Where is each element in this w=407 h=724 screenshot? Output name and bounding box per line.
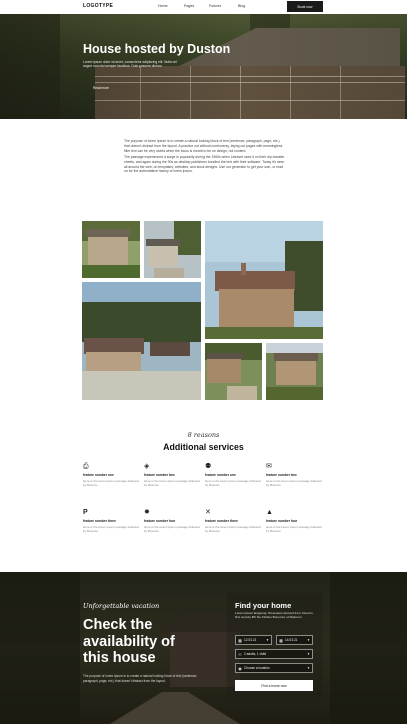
chevron-down-icon: ▾ (307, 666, 310, 670)
booking-section: Unforgettable vacation Check the availab… (0, 572, 407, 724)
find-home-button[interactable]: Find a home now (235, 680, 313, 691)
glass-icon: ◈ (144, 463, 150, 470)
parking-icon: P (83, 509, 88, 516)
chevron-down-icon: ▾ (266, 638, 269, 642)
calendar-icon: ▦ (238, 637, 242, 643)
feature-item: ⚉ feature number one Here is the lorem i… (205, 463, 261, 487)
nav-link-pages[interactable]: Pages (184, 4, 194, 8)
bell-icon: ▲ (266, 509, 273, 516)
read-more-link[interactable]: Read more (93, 86, 109, 90)
calendar-icon: ▦ (279, 637, 283, 643)
location-select[interactable]: ◉ Choose a location ▾ (235, 663, 313, 673)
find-home-form: Find your home Lorem ipsum langsung. Sit… (227, 593, 323, 697)
printer-icon: ⎙ (83, 463, 89, 470)
gallery-photo-6[interactable] (266, 343, 323, 400)
chat-icon: ✉ (266, 463, 272, 470)
logo[interactable]: LOGOTYPE (83, 3, 113, 9)
top-navbar: LOGOTYPE Home Pages Futures Blog Book no… (0, 0, 407, 14)
hero-title: House hosted by Duston (83, 42, 231, 56)
book-now-button[interactable]: Book now (287, 1, 323, 12)
location-pin-icon: ◉ (238, 665, 242, 671)
form-title: Find your home (235, 601, 292, 610)
gallery-photo-4[interactable] (82, 282, 201, 400)
booking-title: Check the availability of this house (83, 617, 175, 666)
gallery-photo-3[interactable] (205, 221, 323, 339)
checkin-date-field[interactable]: ▦ 12.03.21 ▾ (235, 635, 272, 645)
gallery-photo-5[interactable] (205, 343, 262, 400)
booking-description: The purpose of lorem ipsum is to create … (83, 674, 198, 683)
hero-subtitle: Lorem ipsum dolor sit amet, consectetur … (83, 60, 177, 69)
feature-item: ✕ feature number three Here is the lorem… (205, 509, 261, 533)
feature-item: P feature number three Here is the lorem… (83, 509, 139, 533)
guests-select[interactable]: ⚇ 2 adults, 1 child ▾ (235, 649, 313, 659)
intro-text: The purpose of lorem ipsum is to create … (124, 139, 286, 174)
feature-item: ✉ feature number two Here is the lorem i… (266, 463, 322, 487)
people-icon: ⚇ (238, 651, 242, 657)
services-script-heading: 8 reasons (187, 431, 220, 439)
hero-section: House hosted by Duston Lorem ipsum dolor… (0, 14, 407, 119)
chevron-down-icon: ▾ (307, 652, 310, 656)
feature-item: ◈ feature number two Here is the lorem i… (144, 463, 200, 487)
nav-link-blog[interactable]: Blog (238, 4, 245, 8)
chevron-down-icon: ▾ (307, 638, 310, 642)
form-subtitle: Lorem ipsum langsung. Sit ameten derived… (235, 611, 313, 620)
cutlery-icon: ✕ (205, 509, 211, 516)
intro-paragraph-2: The passage experienced a surge in popul… (124, 154, 285, 174)
services-title: Additional services (163, 442, 244, 452)
people-icon: ⚉ (205, 463, 212, 470)
intro-paragraph-1: The purpose of lorem ipsum is to create … (124, 139, 283, 153)
feature-item: ⎙ feature number one Here is the lorem i… (83, 463, 139, 487)
sun-icon: ✹ (144, 509, 150, 516)
gallery-photo-2[interactable] (144, 221, 201, 278)
feature-item: ▲ feature number four Here is the lorem … (266, 509, 322, 533)
nav-link-futures[interactable]: Futures (209, 4, 221, 8)
checkout-date-field[interactable]: ▦ 14.03.21 ▾ (276, 635, 313, 645)
feature-item: ✹ feature number four Here is the lorem … (144, 509, 200, 533)
gallery-photo-1[interactable] (82, 221, 140, 278)
booking-script-heading: Unforgettable vacation (83, 602, 160, 610)
nav-link-home[interactable]: Home (158, 4, 168, 8)
